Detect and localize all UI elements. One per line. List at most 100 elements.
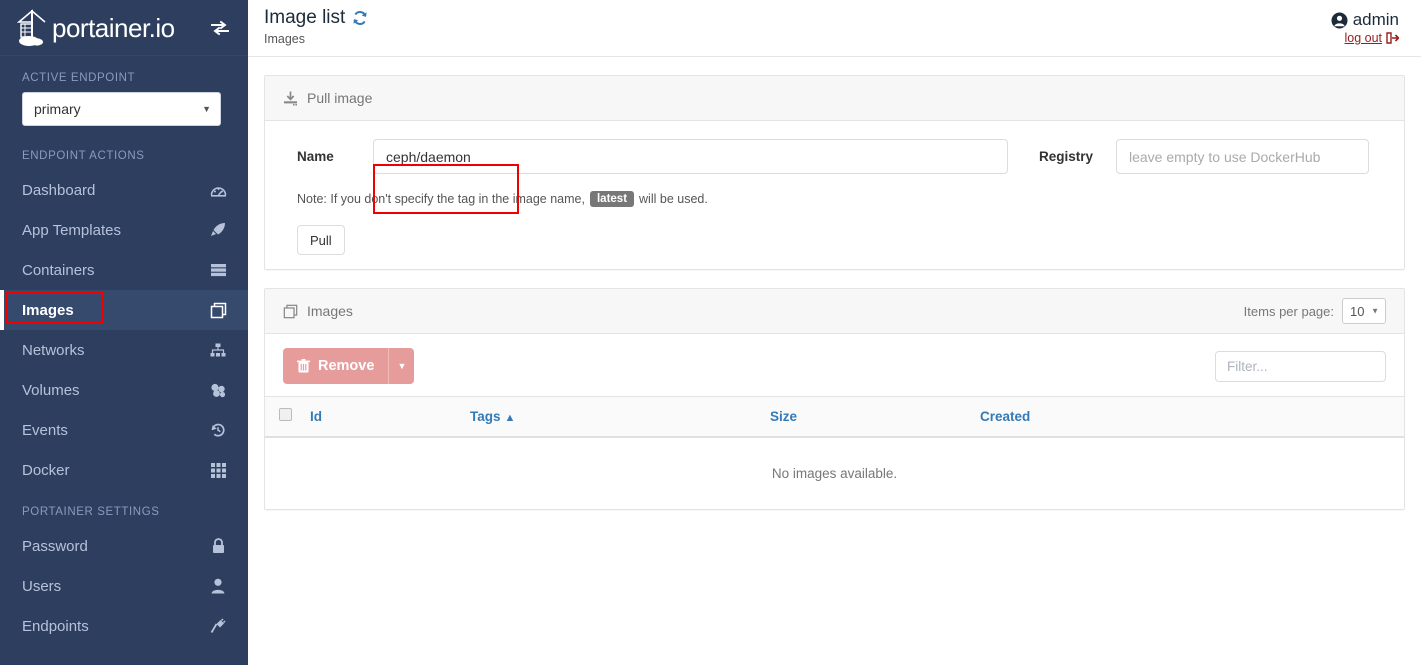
sidebar-item-label: Password [22,537,88,555]
exchange-arrows-icon[interactable] [210,20,230,36]
column-header-id[interactable]: Id [309,396,469,438]
endpoint-select-value: primary [34,101,81,117]
filter-input[interactable]: Filter... [1215,350,1386,382]
remove-button[interactable]: Remove [283,348,389,384]
registry-input[interactable]: leave empty to use DockerHub [1116,139,1369,174]
remove-dropdown-toggle[interactable]: ▼ [388,348,415,384]
dashboard-icon [208,183,228,198]
sidebar-item-label: Users [22,577,62,595]
sidebar-item-label: Networks [22,341,85,359]
column-label: Id [310,408,322,424]
pull-button[interactable]: Pull [297,225,345,255]
chevron-down-icon: ▼ [1371,306,1379,316]
plug-icon [208,618,228,634]
endpoint-select[interactable]: primary ▼ [22,92,221,126]
download-icon [283,91,298,106]
items-per-page-value: 10 [1350,303,1365,319]
history-icon [208,422,228,438]
brand-logo[interactable]: portainer.io [16,8,210,48]
sidebar-item-users[interactable]: Users [0,566,248,606]
page-header: Image list Images [264,7,1331,46]
copy-layers-icon [283,304,298,319]
section-title-endpoint-actions: ENDPOINT ACTIONS [22,150,145,162]
user-menu: admin log out [1331,8,1399,45]
sidebar-item-label: Docker [22,461,70,479]
column-header-created[interactable]: Created [979,396,1404,438]
select-all-header [265,396,309,438]
sidebar-item-label: Events [22,421,68,439]
sidebar-item-password[interactable]: Password [0,526,248,566]
trash-icon [297,359,310,373]
column-label: Tags [470,408,501,424]
select-all-checkbox[interactable] [279,408,292,422]
note-suffix: will be used. [639,192,708,206]
registry-label: Registry [1039,149,1094,164]
sidebar-item-docker[interactable]: Docker [0,450,248,490]
section-title-active-endpoint: ACTIVE ENDPOINT [22,72,136,84]
server-stack-icon [208,263,228,277]
image-name-input[interactable]: ceph/daemon [373,139,1008,174]
images-panel-header: Images Items per page: 10 ▼ [265,289,1404,334]
main-content: Image list Images admin log out Pull ima… [248,0,1421,665]
sidebar-item-dashboard[interactable]: Dashboard [0,170,248,210]
column-header-size[interactable]: Size [769,396,979,438]
sidebar-item-events[interactable]: Events [0,410,248,450]
user-name: admin [1331,10,1399,30]
name-label: Name [297,149,334,164]
top-bar: Image list Images admin log out [248,0,1421,57]
remove-button-label: Remove [318,358,375,374]
brand-name: portainer.io [52,12,175,43]
sidebar-item-label: Dashboard [22,181,96,199]
caret-down-icon: ▼ [397,361,407,371]
refresh-icon[interactable] [352,10,368,26]
column-header-tags[interactable]: Tags ▲ [469,396,769,438]
sidebar-header: portainer.io [0,0,248,56]
user-name-text: admin [1352,10,1399,29]
empty-state-message: No images available. [265,436,1404,509]
sidebar-item-label: App Templates [22,221,121,239]
sitemap-icon [208,343,228,357]
copy-layers-icon [208,302,228,319]
user-icon [208,578,228,594]
column-label: Size [770,408,798,424]
sidebar-item-images[interactable]: Images [0,290,248,330]
breadcrumb: Images [264,31,305,46]
images-table-head: Id Tags ▲ Size Created [265,396,1404,438]
sidebar-nav: ACTIVE ENDPOINT primary ▼ ENDPOINT ACTIO… [0,56,248,665]
sign-out-icon [1386,32,1399,44]
grid-icon [208,462,228,478]
images-table: Id Tags ▲ Size Created No images availab… [265,396,1404,509]
column-label: Created [980,408,1031,424]
page-title-text: Image list [264,7,346,28]
logout-label: log out [1344,31,1382,45]
items-per-page-select[interactable]: 10 ▼ [1342,298,1386,324]
app-root: portainer.io ACTIVE ENDPOINT primary ▼ E… [0,0,1421,665]
pull-image-note: Note: If you don't specify the tag in th… [283,191,1386,207]
pull-image-panel: Pull image Name ceph/daemon Registry lea… [264,75,1405,270]
rocket-icon [208,222,228,238]
user-circle-icon [1331,12,1348,29]
images-toolbar: Remove ▼ Filter... [265,334,1404,396]
pull-image-form-row: Name ceph/daemon Registry leave empty to… [283,139,1386,174]
page-title: Image list [264,7,1331,29]
pull-image-panel-header: Pull image [265,76,1404,121]
sidebar: portainer.io ACTIVE ENDPOINT primary ▼ E… [0,0,248,665]
sidebar-item-endpoints[interactable]: Endpoints [0,606,248,646]
sidebar-item-containers[interactable]: Containers [0,250,248,290]
sidebar-item-volumes[interactable]: Volumes [0,370,248,410]
sidebar-item-label: Endpoints [22,617,89,635]
sidebar-item-networks[interactable]: Networks [0,330,248,370]
sidebar-item-label: Images [22,301,74,319]
portainer-logo-icon [16,8,50,48]
items-per-page-group: Items per page: 10 ▼ [1244,298,1386,324]
latest-tag-badge: latest [589,191,635,207]
logout-link[interactable]: log out [1331,31,1399,45]
sidebar-item-app-templates[interactable]: App Templates [0,210,248,250]
sidebar-item-label: Volumes [22,381,80,399]
images-table-header-row: Id Tags ▲ Size Created [265,396,1404,438]
note-prefix: Note: If you don't specify the tag in th… [297,192,585,206]
items-per-page-label: Items per page: [1243,303,1334,319]
lock-icon [208,538,228,554]
volumes-icon [208,383,228,398]
pull-image-panel-body: Name ceph/daemon Registry leave empty to… [265,121,1404,269]
